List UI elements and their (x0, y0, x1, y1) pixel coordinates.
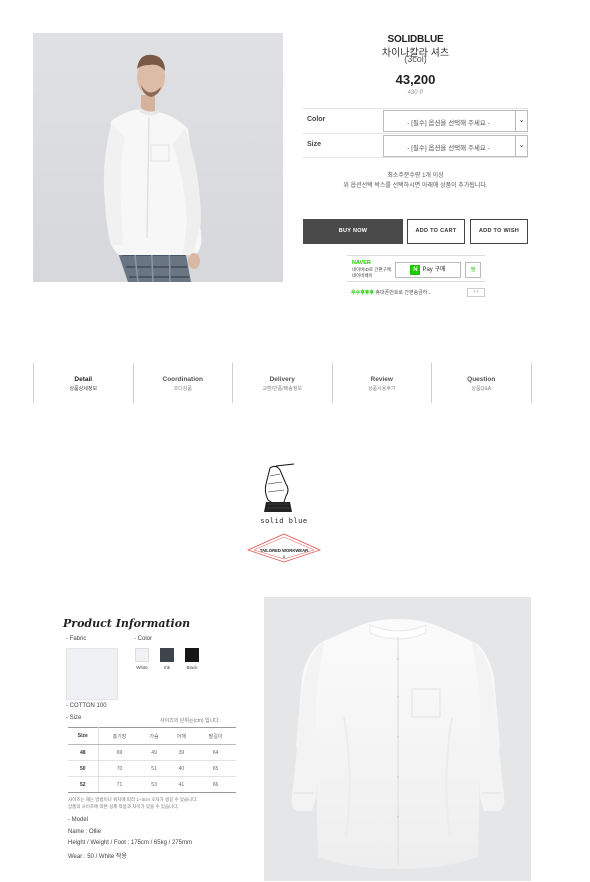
table-cell: 51 (140, 760, 168, 777)
tab-subtitle: 교환/반품/배송정보 (262, 386, 303, 392)
table-cell: 53 (140, 776, 168, 793)
tab-title: Coordination (162, 376, 203, 383)
naver-n-icon: N (410, 265, 421, 275)
product-variant: (3col) (404, 54, 427, 64)
color-select-value: - [필수] 옵션을 선택해 주세요 - (407, 120, 490, 127)
table-cell: 64 (195, 744, 236, 761)
table-header: 팔길이 (195, 727, 236, 745)
size-table: Size 총기장 가슴 어깨 팔길이 48 69 49 39 64 50 70 … (68, 727, 236, 793)
tab-title: Delivery (269, 376, 295, 383)
fabric-swatch (66, 648, 118, 700)
detail-tabs: Detail 상품상세정보 Coordination 코디상품 Delivery… (33, 363, 532, 403)
table-row: 52 71 53 41 66 (68, 776, 236, 793)
color-swatch-black[interactable] (185, 648, 199, 662)
table-cell: 40 (167, 760, 195, 777)
naver-pay-label: Pay 구매 (422, 267, 446, 273)
size-fine-print-2: 상품의 사이즈에 따른 실제 착용과 차이가 있을 수 있습니다. (68, 804, 179, 809)
size-label: - Size (66, 715, 82, 721)
color-select[interactable]: - [필수] 옵션을 선택해 주세요 - ⌄ (383, 110, 528, 132)
logo-text: solid blue (260, 517, 308, 525)
logo-badge-mark: & (283, 554, 286, 559)
table-header: 총기장 (98, 727, 141, 745)
add-to-wish-button[interactable]: ADD TO WISH (470, 219, 528, 244)
naver-event-text: 우수후후후 휴대폰번호로 간편송금하... (351, 289, 432, 296)
color-name: White (136, 665, 148, 670)
product-flat-photo (264, 597, 531, 881)
chevron-down-icon: ⌄ (515, 111, 527, 131)
color-name: Ink (163, 665, 170, 670)
tab-review[interactable]: Review 상품사용후기 (333, 363, 432, 403)
naver-logo: NAVER (352, 260, 371, 266)
table-cell: 70 (98, 760, 141, 777)
option-select-notice: 위 옵션선택 박스를 선택하시면 아래에 상품이 추가됩니다. (343, 183, 488, 189)
table-cell: 39 (167, 744, 195, 761)
tab-subtitle: 코디상품 (173, 386, 192, 392)
table-cell: 69 (98, 744, 141, 761)
naver-zzim-button[interactable]: 찜 (465, 262, 481, 278)
size-unit-note: 사이즈의 단위는(cm) 입니다. (160, 718, 221, 724)
size-select[interactable]: - [필수] 옵션을 선택해 주세요 - ⌄ (383, 135, 528, 157)
size-select-value: - [필수] 옵션을 선택해 주세요 - (407, 145, 490, 152)
model-wear-size: Wear : 50 / White 착용 (68, 854, 127, 860)
option-row-color: Color - [필수] 옵션을 선택해 주세요 - ⌄ (303, 108, 528, 132)
brand-logo: TAILORED WORKWEAR & solid blue (246, 462, 322, 564)
option-row-size: Size - [필수] 옵션을 선택해 주세요 - ⌄ (303, 133, 528, 157)
color-swatch-white[interactable] (135, 648, 149, 662)
tab-subtitle: 상품상세정보 (69, 386, 98, 392)
table-header: 가슴 (140, 727, 168, 745)
color-name: Black (186, 665, 198, 670)
naver-sub-text: 네이버ID로 간편구매 네이버페이 (352, 267, 391, 279)
tab-subtitle: 상품사용후기 (367, 386, 396, 392)
tab-question[interactable]: Question 상품Q&A (432, 363, 532, 403)
model-measurements: Height / Weight / Foot : 175cm / 65kg / … (68, 840, 192, 846)
chevron-down-icon: ⌄ (515, 136, 527, 156)
buy-now-button[interactable]: BUY NOW (303, 219, 403, 244)
option-label-color: Color (307, 116, 326, 123)
product-price: 43,200 (395, 72, 436, 87)
model-label: - Model (68, 817, 89, 823)
hand-illustration-icon: TAILORED WORKWEAR & (246, 463, 322, 563)
table-row: 50 70 51 40 65 (68, 760, 236, 777)
product-info-title: Product Information (63, 617, 191, 630)
model-name: Name : Ollie (68, 829, 102, 835)
add-to-cart-button[interactable]: ADD TO CART (407, 219, 465, 244)
table-cell: 66 (195, 776, 236, 793)
color-swatch-ink[interactable] (160, 648, 174, 662)
table-row: 48 69 49 39 64 (68, 744, 236, 761)
tab-delivery[interactable]: Delivery 교환/반품/배송정보 (233, 363, 333, 403)
tab-title: Review (370, 376, 393, 383)
product-main-photo[interactable] (33, 33, 283, 282)
tab-title: Detail (74, 376, 93, 383)
min-order-notice: 최소주문수량 1개 이상 (387, 173, 444, 179)
table-cell: 52 (68, 776, 99, 793)
table-cell: 65 (195, 760, 236, 777)
table-cell: 48 (68, 744, 99, 761)
table-cell: 41 (167, 776, 195, 793)
naver-sub-line1: 네이버ID로 간편구매 (352, 267, 391, 272)
table-cell: 50 (68, 760, 99, 777)
size-fine-print-1: 사이즈는 재는 방법이나 위치에 따라 1~3cm 오차가 생길 수 있습니다. (68, 797, 198, 802)
table-header-row: Size 총기장 가슴 어깨 팔길이 (68, 727, 236, 745)
color-label: - Color (134, 636, 153, 642)
table-header: 어깨 (167, 727, 195, 745)
tab-detail[interactable]: Detail 상품상세정보 (34, 363, 134, 403)
fabric-value: - COTTON 100 (66, 703, 107, 709)
naver-sub-line2: 네이버페이 (352, 273, 373, 278)
tab-coordination[interactable]: Coordination 코디상품 (134, 363, 233, 403)
naver-event-label: 휴대폰번호로 간편송금하... (375, 290, 432, 296)
tab-subtitle: 상품Q&A (471, 386, 492, 392)
naver-event-arrows[interactable]: ‹ › (467, 288, 485, 297)
naver-event-highlight: 우수후후후 (351, 290, 375, 296)
option-label-size: Size (307, 141, 322, 148)
fabric-label: - Fabric (66, 636, 87, 642)
logo-badge-text: TAILORED WORKWEAR (260, 548, 308, 553)
naver-pay-box: NAVER 네이버ID로 간편구매 네이버페이 N Pay 구매 찜 (347, 255, 485, 282)
table-header: Size (68, 727, 99, 745)
tab-title: Question (467, 376, 496, 383)
naver-pay-button[interactable]: N Pay 구매 (395, 262, 461, 278)
table-cell: 71 (98, 776, 141, 793)
product-points: 430 P (407, 90, 424, 96)
table-cell: 49 (140, 744, 168, 761)
option-divider (303, 157, 528, 158)
